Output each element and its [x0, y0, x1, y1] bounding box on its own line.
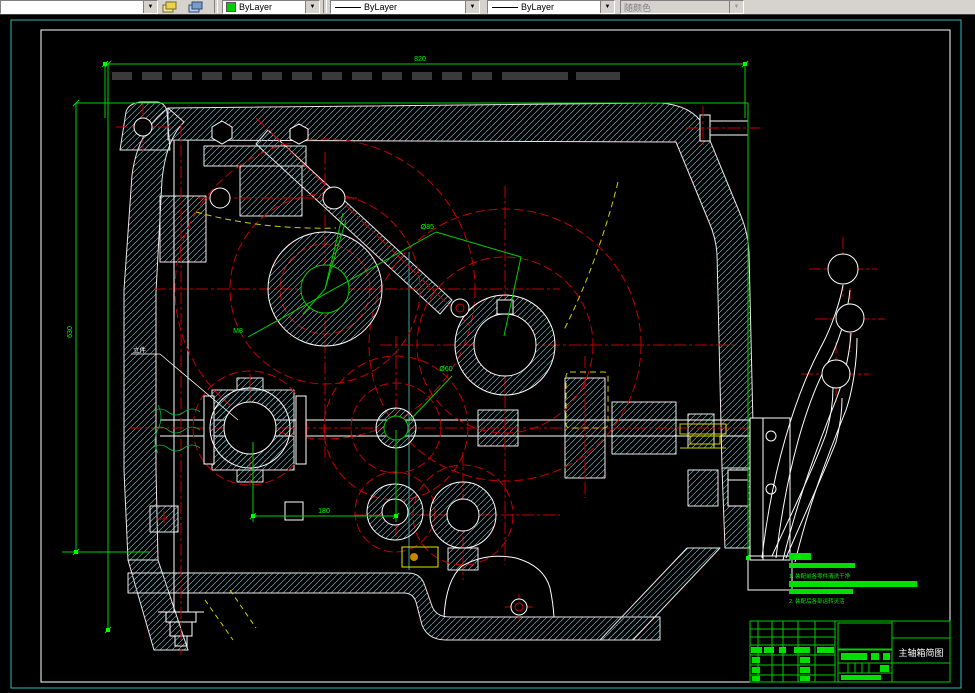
object-properties-toolbar: ▼ ByLayer ▼ ByLayer ▼ ByLayer ▼ 随颜色 ▼ [0, 0, 975, 15]
technical-notes: 1. 装配前各零件清洗干净 2. 装配后各部运转灵活 [789, 553, 917, 605]
top-cover-dashes [112, 72, 620, 80]
stop-block [727, 469, 749, 507]
note-line-2: 2. 装配后各部运转灵活 [789, 597, 845, 605]
drain-plug [510, 598, 528, 616]
dim-top-text: 820 [414, 56, 426, 63]
plot-style-control: 随颜色 ▼ [620, 0, 744, 14]
color-swatch [226, 2, 236, 12]
chevron-down-icon[interactable]: ▼ [465, 1, 479, 13]
make-layer-current-icon[interactable] [160, 0, 180, 13]
bearing-cap-right [295, 395, 307, 465]
drawing-title: 主轴箱简图 [898, 647, 943, 658]
chevron-down-icon: ▼ [729, 1, 743, 13]
svg-text:立件: 立件 [133, 345, 147, 354]
housing-walls [119, 101, 758, 651]
shaft-boss [159, 195, 207, 263]
bottom-wall [127, 572, 661, 641]
left-bearing-bore [223, 401, 277, 455]
layer-previous-icon[interactable] [186, 0, 206, 13]
highlight-plug [410, 553, 418, 561]
gears-and-bearings [133, 117, 556, 618]
lever-b-knob [835, 303, 865, 333]
layer-combo-stub[interactable]: ▼ [0, 0, 158, 14]
lever-c-knob [821, 359, 851, 389]
lineweight-control[interactable]: ByLayer ▼ [487, 0, 615, 14]
cap-bolt-box [284, 501, 304, 521]
color-value: ByLayer [239, 2, 273, 12]
lower-gear-a-bore [381, 498, 409, 526]
dim-bottom-text: 180 [318, 508, 330, 515]
lineweight-value: ByLayer [521, 2, 555, 12]
left-wall [123, 107, 185, 561]
cover-hole-a [209, 187, 231, 209]
cover-hole-b [322, 186, 346, 210]
note-line-1: 1. 装配前各零件清洗干净 [789, 572, 851, 580]
hex-bolt-b [289, 123, 309, 145]
lever-a-knob [827, 253, 859, 285]
toolbar-separator [214, 0, 218, 13]
lug-hole [133, 117, 153, 137]
toolbar-separator [323, 0, 327, 13]
leader-a-text: Ø85 [421, 224, 434, 231]
lower-gear-b-bore [446, 498, 480, 532]
drawing-canvas[interactable]: 820 630 180 Ø85 M8 Ø60 立件 1. 装配前各零件清洗干净 … [0, 0, 975, 693]
cad-application: 820 630 180 Ø85 M8 Ø60 立件 1. 装配前各零件清洗干净 … [0, 0, 975, 693]
highlight-box [401, 546, 439, 568]
chevron-down-icon[interactable]: ▼ [143, 1, 157, 13]
bracket-base [747, 555, 793, 591]
linetype-value: ByLayer [364, 2, 398, 12]
leader-c-text: Ø60 [439, 366, 452, 373]
dim-left-text: 630 [67, 326, 74, 338]
color-control[interactable]: ByLayer ▼ [222, 0, 320, 14]
lineweight-glyph [492, 6, 518, 8]
big-bearing-bore [473, 313, 537, 377]
mounting-plate [749, 417, 791, 561]
wall-block-a [687, 413, 715, 449]
leader-b-text: M8 [233, 328, 243, 335]
chevron-down-icon[interactable]: ▼ [305, 1, 319, 13]
plot-style-value: 随颜色 [624, 2, 652, 13]
chevron-down-icon[interactable]: ▼ [600, 1, 614, 13]
detent-pin [450, 298, 470, 318]
linetype-control[interactable]: ByLayer ▼ [330, 0, 480, 14]
linetype-glyph [335, 6, 361, 8]
wall-block-b [687, 469, 719, 507]
